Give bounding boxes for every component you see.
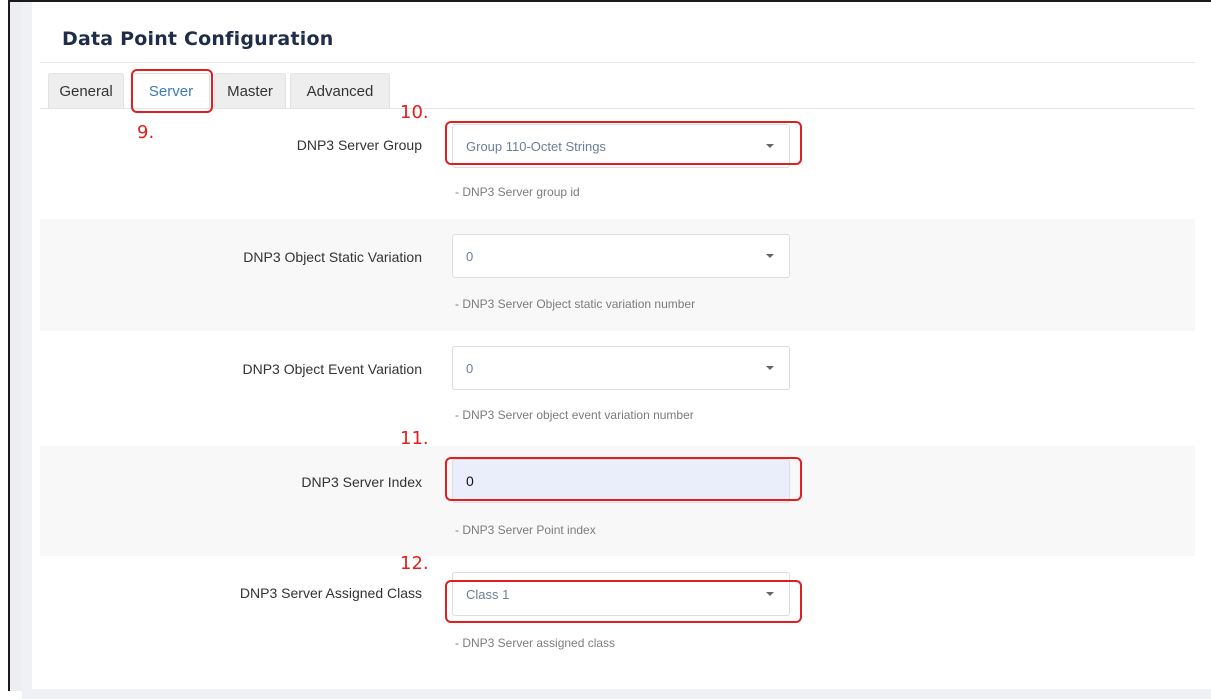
server-index-label: DNP3 Server Index xyxy=(301,474,422,490)
page-title: Data Point Configuration xyxy=(62,28,334,50)
assigned-class-highlight xyxy=(445,580,802,623)
step-marker-10: 10. xyxy=(400,102,429,123)
tab-master-label: Master xyxy=(227,83,273,100)
left-edge-strip xyxy=(10,2,22,691)
assigned-class-help: - DNP3 Server assigned class xyxy=(455,636,616,650)
server-group-help: - DNP3 Server group id xyxy=(455,185,580,199)
server-index-highlight xyxy=(445,457,802,501)
event-variation-label: DNP3 Object Event Variation xyxy=(242,361,423,377)
chevron-down-icon xyxy=(766,254,774,258)
server-group-highlight xyxy=(445,121,802,165)
tab-general[interactable]: General xyxy=(48,73,124,109)
tab-general-label: General xyxy=(59,83,113,100)
event-variation-value: 0 xyxy=(466,360,474,376)
event-variation-select[interactable]: 0 xyxy=(452,346,790,390)
event-variation-help: - DNP3 Server object event variation num… xyxy=(455,408,694,422)
server-index-help: - DNP3 Server Point index xyxy=(455,523,596,537)
assigned-class-label: DNP3 Server Assigned Class xyxy=(239,585,422,601)
tab-advanced-label: Advanced xyxy=(306,83,374,100)
step-marker-12: 12. xyxy=(400,553,429,574)
static-variation-label: DNP3 Object Static Variation xyxy=(243,249,422,265)
title-divider xyxy=(40,62,1195,63)
tab-master[interactable]: Master xyxy=(214,73,286,109)
static-variation-value: 0 xyxy=(466,248,474,264)
tab-advanced[interactable]: Advanced xyxy=(290,73,390,109)
chevron-down-icon xyxy=(766,366,774,370)
static-variation-select[interactable]: 0 xyxy=(452,234,790,278)
step-marker-9: 9. xyxy=(137,122,155,143)
static-variation-help: - DNP3 Server Object static variation nu… xyxy=(455,297,696,311)
step-marker-11: 11. xyxy=(400,428,429,449)
server-group-label: DNP3 Server Group xyxy=(296,137,422,153)
server-tab-highlight xyxy=(131,69,213,113)
panel-bottom-edge xyxy=(22,689,1211,699)
